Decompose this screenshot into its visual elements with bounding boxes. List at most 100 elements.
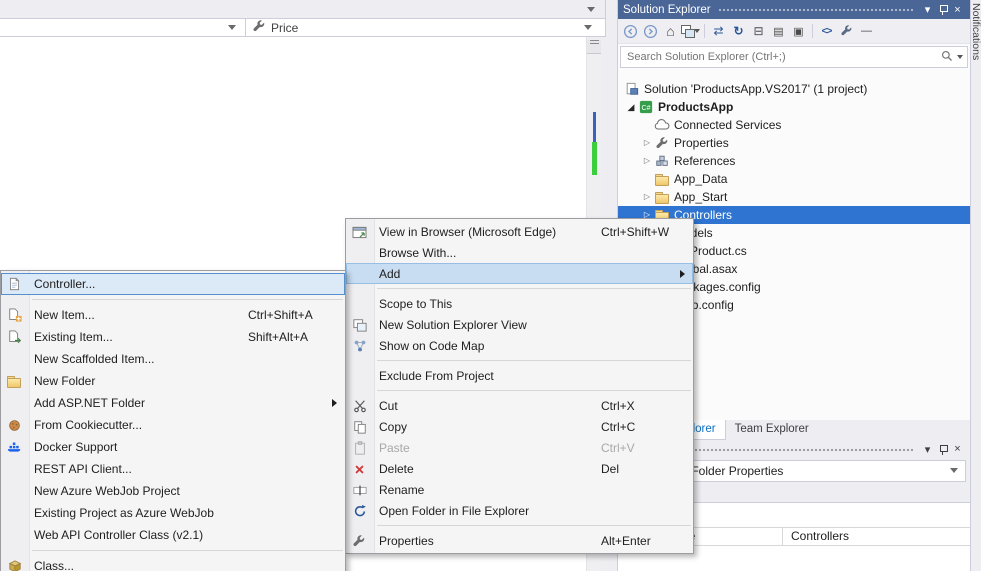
menu-item-controller[interactable]: Controller... — [1, 273, 345, 295]
forward-icon[interactable] — [641, 22, 660, 41]
titlebar-grip — [718, 7, 913, 12]
close-icon[interactable]: × — [950, 442, 965, 457]
view-in-browser-icon — [351, 224, 368, 240]
switch-views-icon[interactable] — [681, 22, 700, 41]
sync-with-active-document-icon[interactable] — [709, 22, 728, 41]
submenu-arrow-icon — [680, 270, 685, 278]
member-dropdown-value: Price — [271, 21, 298, 35]
window-position-icon[interactable]: ▾ — [920, 442, 935, 457]
member-dropdown[interactable]: Price — [246, 19, 605, 37]
tree-item-label: Solution 'ProductsApp.VS2017' (1 project… — [644, 82, 867, 96]
menu-item-cut[interactable]: Cut Ctrl+X — [346, 395, 693, 416]
menu-item-new-solution-explorer-view[interactable]: New Solution Explorer View — [346, 314, 693, 335]
tree-item-productsapp[interactable]: ◢ C# ProductsApp — [618, 98, 970, 116]
references-icon — [654, 153, 670, 169]
tab-team-explorer[interactable]: Team Explorer — [726, 420, 818, 440]
rename-icon — [351, 482, 368, 498]
expander-collapsed-icon[interactable]: ▷ — [640, 134, 654, 152]
menu-item-existing-item[interactable]: Existing Item... Shift+Alt+A — [1, 326, 345, 348]
menu-item-existing-project-as-azure-webjob[interactable]: Existing Project as Azure WebJob — [1, 502, 345, 524]
pin-icon[interactable] — [935, 442, 950, 457]
properties-wrench-icon[interactable] — [837, 22, 856, 41]
menu-separator — [377, 390, 691, 391]
menu-separator — [377, 360, 691, 361]
tree-item-app-start[interactable]: ▷ App_Start — [618, 188, 970, 206]
menu-item-new-folder[interactable]: New Folder — [1, 370, 345, 392]
menu-item-docker-support[interactable]: Docker Support — [1, 436, 345, 458]
menu-item-web-api-controller-class[interactable]: Web API Controller Class (v2.1) — [1, 524, 345, 546]
panel-title: Solution Explorer — [623, 4, 711, 16]
search-box — [620, 46, 968, 68]
tree-item-label: App_Start — [674, 190, 727, 204]
dropdown-caret-icon[interactable] — [957, 55, 963, 59]
pin-icon[interactable] — [935, 2, 950, 17]
refresh-icon[interactable] — [729, 22, 748, 41]
menu-item-delete[interactable]: Delete Del — [346, 458, 693, 479]
delete-icon — [351, 461, 368, 477]
menu-item-add[interactable]: Add — [346, 263, 693, 284]
search-icon[interactable] — [941, 50, 953, 65]
menu-item-add-aspnet-folder[interactable]: Add ASP.NET Folder — [1, 392, 345, 414]
menu-separator — [377, 288, 691, 289]
menu-item-copy[interactable]: Copy Ctrl+C — [346, 416, 693, 437]
window-position-icon[interactable]: ▾ — [920, 2, 935, 17]
new-folder-icon — [6, 373, 23, 389]
solution-explorer-titlebar[interactable]: Solution Explorer ▾ × — [618, 0, 970, 19]
tree-item-connected-services[interactable]: Connected Services — [618, 116, 970, 134]
chevron-down-icon — [587, 7, 595, 12]
menu-item-browse-with[interactable]: Browse With... — [346, 242, 693, 263]
scrollbar-splitter-handle[interactable] — [587, 40, 601, 54]
visual-studio-window: Price Solution Explorer ▾ × — [0, 0, 981, 571]
open-folder-icon — [351, 503, 368, 519]
expander-collapsed-icon[interactable]: ▷ — [640, 152, 654, 170]
menu-item-show-on-code-map[interactable]: Show on Code Map — [346, 335, 693, 356]
tree-item-solution[interactable]: Solution 'ProductsApp.VS2017' (1 project… — [618, 80, 970, 98]
docker-icon — [6, 439, 23, 455]
scrollbar-change-marker-blue — [593, 112, 596, 142]
existing-item-icon — [6, 329, 23, 345]
tree-item-app-data[interactable]: App_Data — [618, 170, 970, 188]
class-dropdown[interactable] — [0, 19, 246, 37]
tree-item-label: ProductsApp — [658, 100, 733, 114]
view-code-icon[interactable] — [817, 22, 836, 41]
property-value-cell[interactable]: Controllers — [783, 528, 970, 545]
home-icon[interactable] — [661, 22, 680, 41]
tree-item-label: References — [674, 154, 735, 168]
project-dropdown[interactable] — [0, 0, 605, 19]
code-map-icon — [351, 338, 368, 354]
notifications-sidebar-tab[interactable]: Notifications — [970, 0, 981, 571]
tree-item-label: App_Data — [674, 172, 727, 186]
show-all-files-icon[interactable] — [769, 22, 788, 41]
menu-item-rest-api-client[interactable]: REST API Client... — [1, 458, 345, 480]
svg-text:C#: C# — [642, 105, 651, 112]
menu-item-scope-to-this[interactable]: Scope to This — [346, 293, 693, 314]
tree-item-properties[interactable]: ▷ Properties — [618, 134, 970, 152]
menu-item-class[interactable]: Class... — [1, 555, 345, 571]
tree-item-label: Product.cs — [690, 244, 747, 258]
menu-item-paste[interactable]: Paste Ctrl+V — [346, 437, 693, 458]
search-input[interactable] — [625, 51, 938, 63]
close-icon[interactable]: × — [950, 2, 965, 17]
menu-item-new-scaffolded-item[interactable]: New Scaffolded Item... — [1, 348, 345, 370]
expander-expanded-icon[interactable]: ◢ — [624, 98, 638, 116]
cut-icon — [351, 398, 368, 414]
back-icon[interactable] — [621, 22, 640, 41]
csharp-project-icon: C# — [638, 99, 654, 115]
menu-item-exclude-from-project[interactable]: Exclude From Project — [346, 365, 693, 386]
menu-item-new-azure-webjob-project[interactable]: New Azure WebJob Project — [1, 480, 345, 502]
menu-item-open-folder-in-file-explorer[interactable]: Open Folder in File Explorer — [346, 500, 693, 521]
toolbar-separator — [704, 24, 705, 38]
menu-item-rename[interactable]: Rename — [346, 479, 693, 500]
expander-collapsed-icon[interactable]: ▷ — [640, 188, 654, 206]
menu-item-from-cookiecutter[interactable]: From Cookiecutter... — [1, 414, 345, 436]
preview-selected-items-icon[interactable] — [789, 22, 808, 41]
new-solution-explorer-view-icon — [351, 317, 368, 333]
collapse-all-icon[interactable] — [749, 22, 768, 41]
menu-item-view-in-browser[interactable]: View in Browser (Microsoft Edge) Ctrl+Sh… — [346, 221, 693, 242]
new-item-icon — [6, 307, 23, 323]
menu-item-new-item[interactable]: New Item... Ctrl+Shift+A — [1, 304, 345, 326]
pencil-icon[interactable] — [857, 22, 876, 41]
tree-item-references[interactable]: ▷ References — [618, 152, 970, 170]
menu-item-properties[interactable]: Properties Alt+Enter — [346, 530, 693, 551]
folder-icon — [654, 189, 670, 205]
